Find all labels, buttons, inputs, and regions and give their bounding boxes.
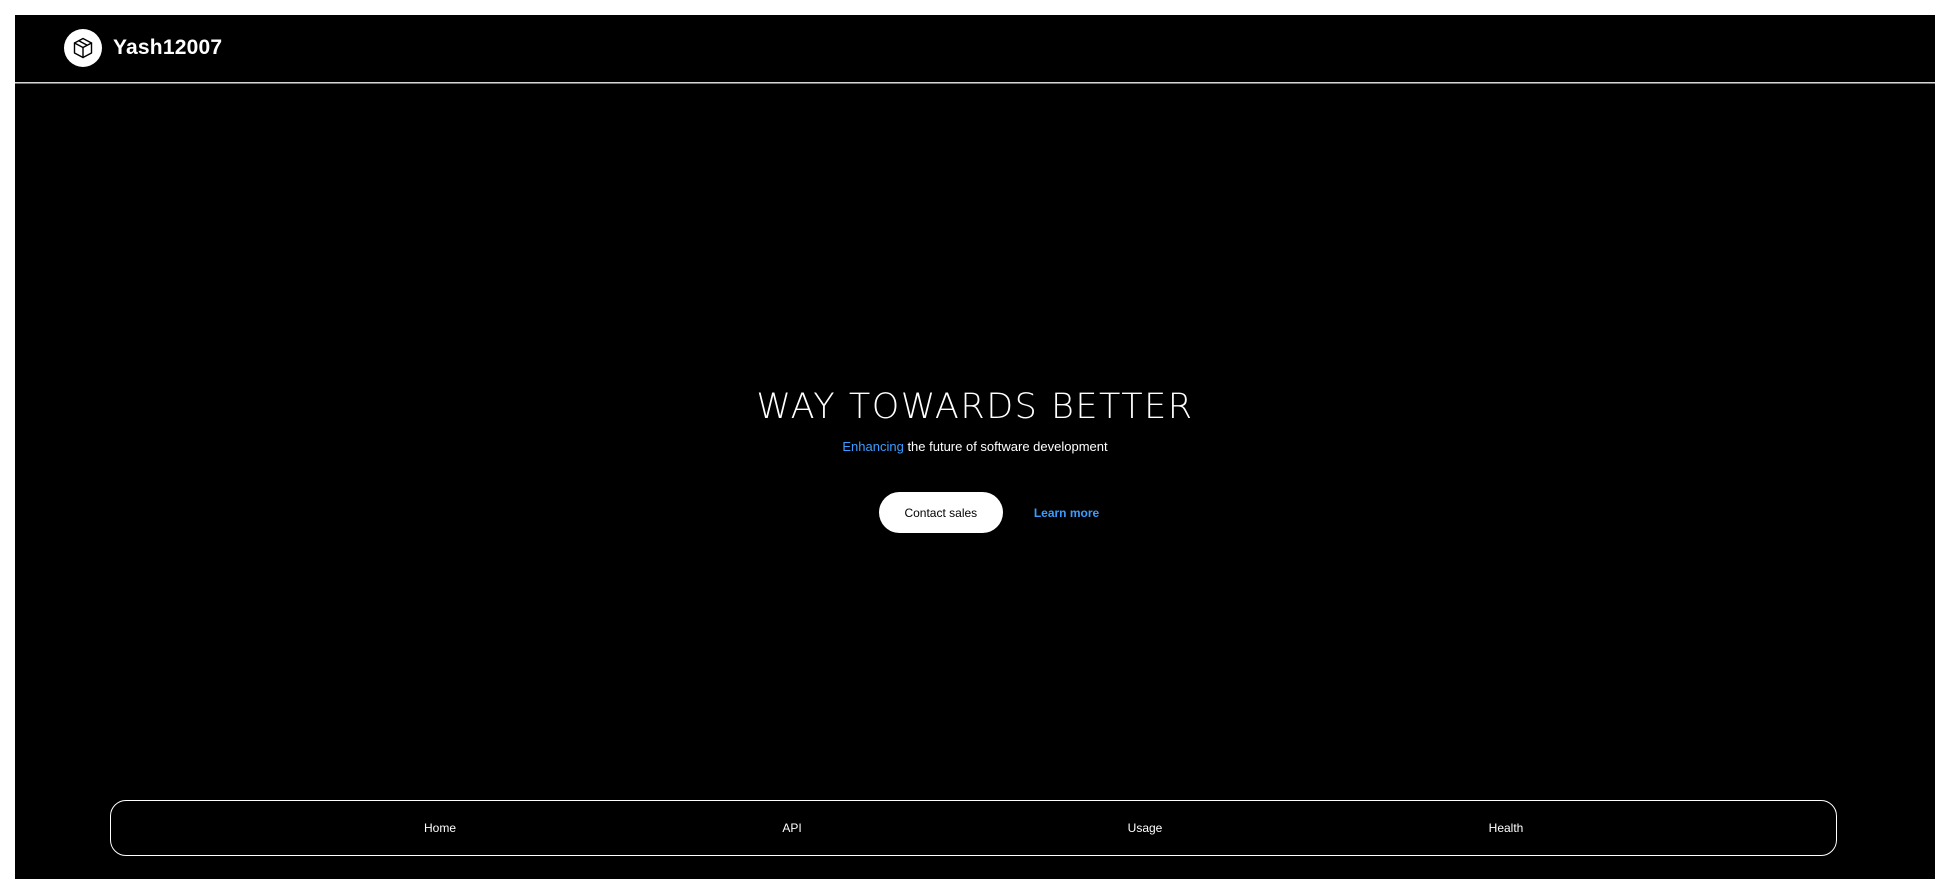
hero-subtitle: Enhancing the future of software develop… (15, 439, 1935, 455)
nav-item-health[interactable]: Health (1489, 801, 1524, 857)
cta-row: Contact sales Learn more (15, 492, 1935, 533)
nav-item-api[interactable]: API (782, 801, 801, 857)
nav-item-usage[interactable]: Usage (1128, 801, 1163, 857)
nav-item-home[interactable]: Home (424, 801, 456, 857)
brand[interactable]: Yash12007 (64, 29, 222, 67)
hero-title: WAY TOWARDS BETTER (756, 387, 1194, 427)
cube-icon (64, 29, 102, 67)
learn-more-link[interactable]: Learn more (1034, 506, 1099, 520)
hero-section: WAY TOWARDS BETTER Enhancing the future … (15, 385, 1935, 533)
header-divider (15, 82, 1935, 84)
brand-name: Yash12007 (113, 36, 223, 59)
top-header: Yash12007 (15, 15, 1935, 82)
contact-sales-button[interactable]: Contact sales (878, 492, 1003, 533)
app-frame: Yash12007 WAY TOWARDS BETTER Enhancing t… (15, 15, 1935, 879)
hero-subtitle-rest: the future of software development (903, 439, 1108, 454)
bottom-nav: Home API Usage Health (110, 800, 1837, 856)
hero-subtitle-accent: Enhancing (842, 439, 904, 454)
